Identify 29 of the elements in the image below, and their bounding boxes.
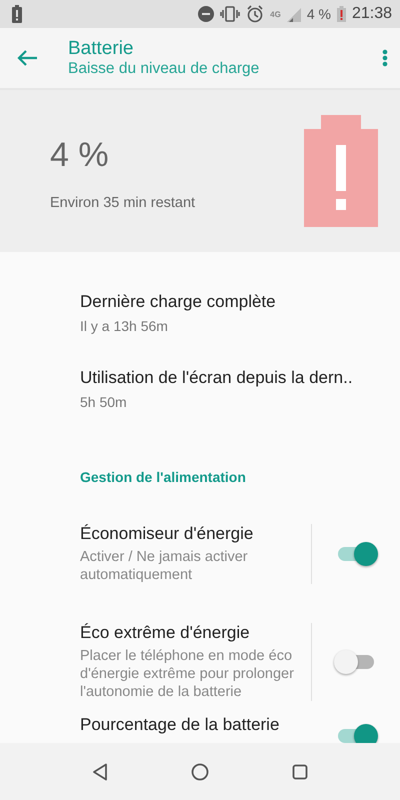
back-arrow-icon (16, 49, 38, 67)
battery-alert-icon (12, 5, 22, 23)
battery-percent: 4 % (306, 6, 331, 22)
battery-level-text: 4 % (50, 136, 110, 174)
more-vert-icon (382, 49, 388, 67)
setting-title[interactable]: Éco extrême d'énergie (80, 623, 307, 643)
signal-icon (286, 6, 301, 22)
alarm-icon (246, 5, 264, 23)
battery-low-icon (336, 6, 346, 22)
setting-summary: Activer / Ne jamais activer automatiquement (80, 548, 249, 584)
setting-summary: Placer le téléphone en mode éco d'énergie extrême pour prolonger l'autonomie de la batterie (80, 647, 295, 701)
triangle-back-icon (92, 762, 108, 780)
screen-title: Batterie (68, 38, 134, 60)
setting-value: 5h 50m (80, 394, 128, 410)
setting-title[interactable]: Économiseur d'énergie (80, 524, 307, 544)
setting-value: Il y a 13h 56m (80, 318, 169, 334)
network-type: 4G (270, 10, 281, 18)
section-header: Gestion de l'alimentation (79, 468, 247, 485)
home-circle-icon (190, 762, 209, 780)
setting-title[interactable]: Utilisation de l'écran depuis la dern.. (80, 368, 380, 388)
vibrate-icon (220, 6, 240, 22)
time-remaining: Environ 35 min restant (50, 194, 196, 210)
clock: 21:38 (352, 5, 392, 23)
setting-title[interactable]: Dernière charge complète (80, 292, 380, 312)
screen-subtitle: Baisse du niveau de charge (68, 60, 260, 78)
setting-title[interactable]: Pourcentage de la batterie (80, 715, 308, 735)
battery-alert-icon (304, 115, 378, 227)
square-recents-icon (292, 764, 308, 780)
do-not-disturb-icon (198, 6, 214, 22)
